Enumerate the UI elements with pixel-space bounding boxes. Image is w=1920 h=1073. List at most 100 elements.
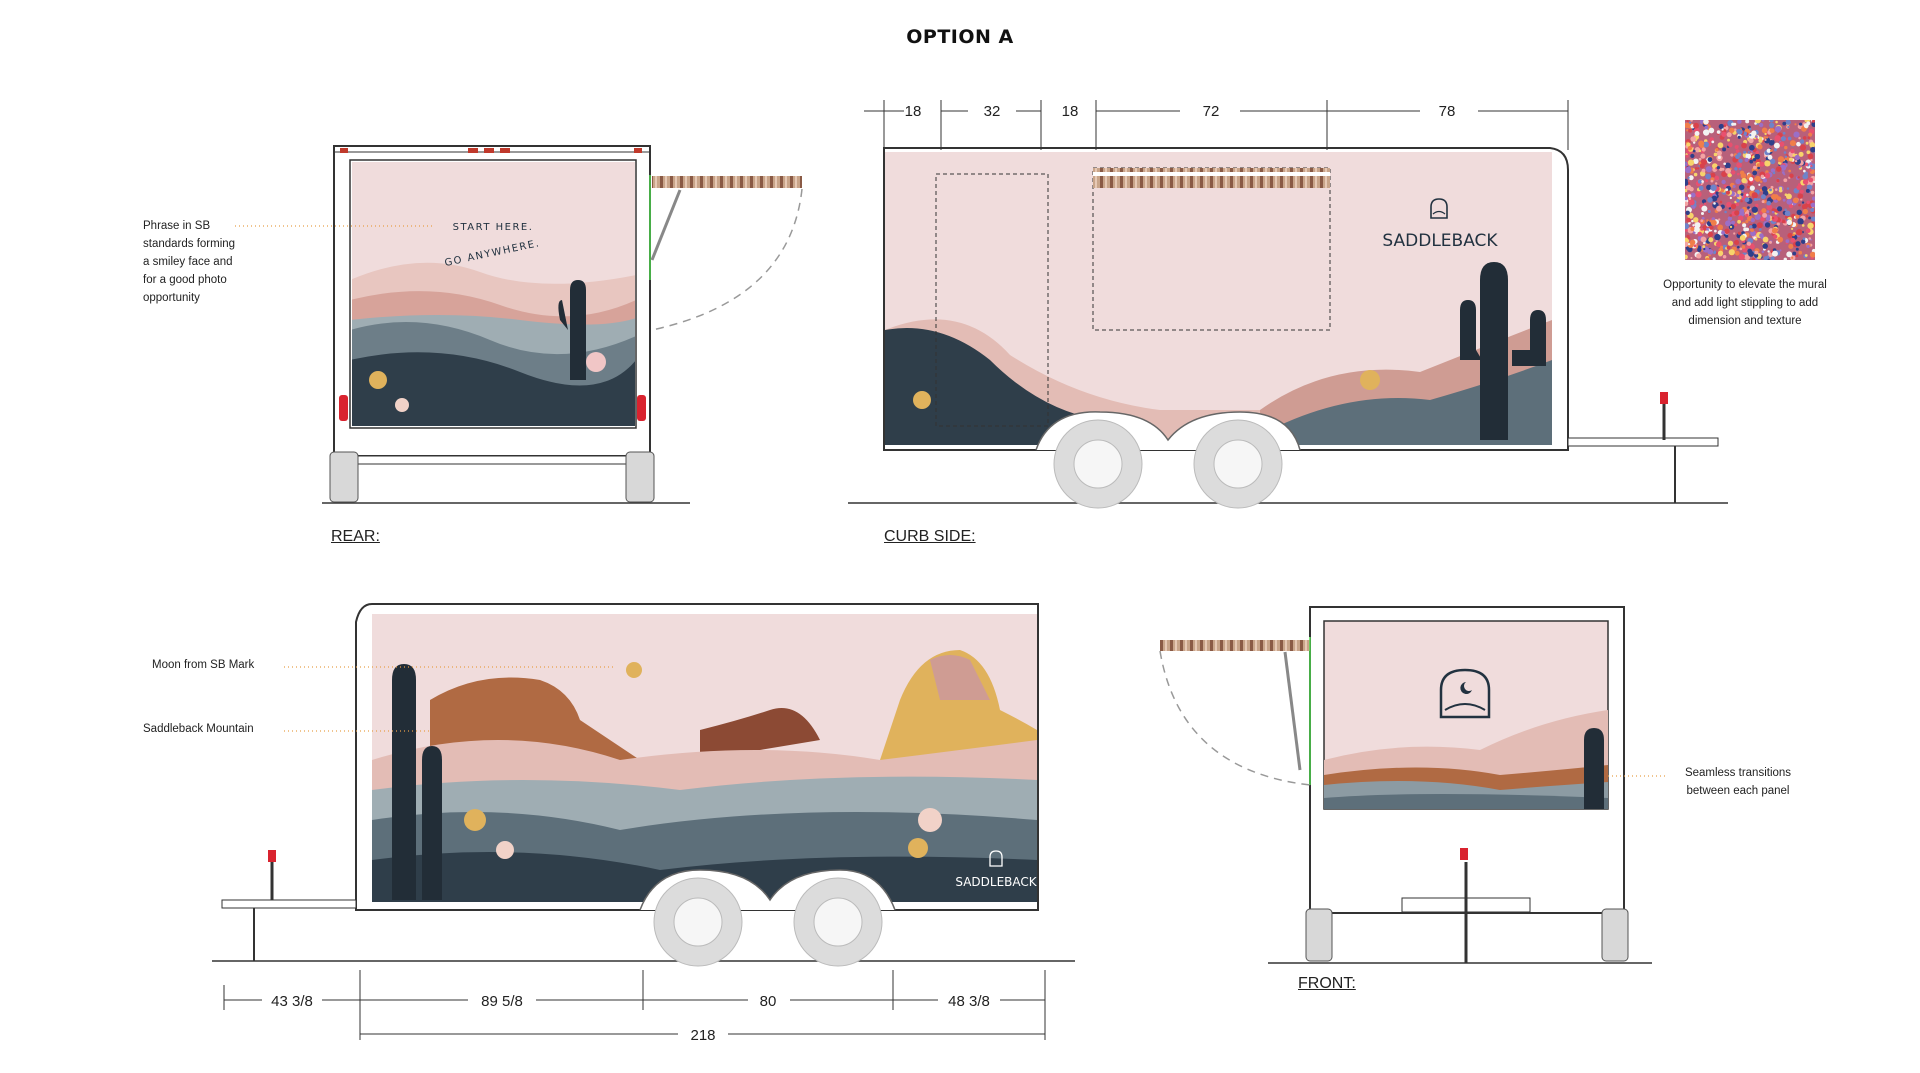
stipple-dot <box>1736 162 1742 168</box>
stipple-dot <box>1685 188 1688 193</box>
stipple-dot <box>1685 228 1688 232</box>
stipple-dot <box>1783 151 1787 154</box>
stipple-dot <box>1747 151 1750 154</box>
stipple-dot <box>1728 249 1735 256</box>
stipple-dot <box>1701 147 1706 152</box>
stipple-dot <box>1809 141 1815 148</box>
stipple-dot <box>1764 222 1771 228</box>
dim-bottom-1: 43 3/8 <box>271 993 313 1010</box>
stipple-dot <box>1732 184 1736 188</box>
stipple-dot <box>1769 188 1772 192</box>
stipple-dot <box>1769 122 1775 128</box>
stipple-dot <box>1751 223 1757 229</box>
stipple-dot <box>1797 176 1800 179</box>
stipple-dot <box>1724 228 1730 235</box>
stipple-dot <box>1736 145 1739 148</box>
moon-note: Moon from SB Mark <box>152 659 255 671</box>
stipple-dot <box>1798 203 1801 207</box>
stipple-dot <box>1733 232 1736 235</box>
stipple-dot <box>1705 173 1712 180</box>
stipple-dot <box>1773 234 1778 239</box>
stipple-dot <box>1710 179 1714 183</box>
stipple-dot <box>1689 239 1696 245</box>
stipple-dot <box>1724 210 1727 214</box>
stipple-dot <box>1774 188 1778 191</box>
stipple-dot <box>1734 223 1738 227</box>
stipple-dot <box>1750 217 1755 223</box>
stipple-dot <box>1784 210 1791 217</box>
stipple-dot <box>1801 201 1805 204</box>
stipple-dot <box>1700 211 1705 216</box>
stipple-dot <box>1692 224 1695 227</box>
seamless-note: Seamless transitions between each panel <box>1684 767 1792 797</box>
stipple-dot <box>1734 167 1738 171</box>
stipple-dot <box>1769 240 1772 244</box>
stipple-dot <box>1779 141 1785 147</box>
stipple-dot <box>1708 237 1714 243</box>
stipple-dot <box>1762 178 1767 183</box>
stipple-dot <box>1737 120 1742 124</box>
stipple-dot <box>1776 206 1783 212</box>
stipple-dot <box>1701 216 1705 220</box>
stipple-dot <box>1719 200 1723 204</box>
dim-top-3: 18 <box>1062 103 1079 120</box>
stipple-dot <box>1792 251 1797 256</box>
stipple-dot <box>1764 172 1771 179</box>
stipple-dot <box>1747 206 1750 209</box>
stipple-dot <box>1750 152 1753 155</box>
stipple-dot <box>1770 194 1777 200</box>
stipple-dot <box>1742 223 1747 228</box>
stipple-dot <box>1775 120 1778 124</box>
stipple-dot <box>1694 167 1698 170</box>
stipple-dot <box>1737 135 1741 139</box>
stipple-dot <box>1746 241 1752 246</box>
stipple-dot <box>1745 219 1749 224</box>
stipple-dot <box>1740 193 1744 196</box>
front-view-label: FRONT: <box>1298 975 1356 992</box>
stipple-dot <box>1703 202 1707 205</box>
stipple-dot <box>1749 185 1755 191</box>
stipple-dot <box>1748 251 1754 257</box>
stipple-dot <box>1810 146 1815 153</box>
stipple-dot <box>1731 220 1735 225</box>
stipple-dot <box>1690 120 1693 122</box>
stipple-dot <box>1702 245 1706 249</box>
stipple-dot <box>1749 159 1754 164</box>
stipple-dot <box>1736 172 1740 176</box>
dim-bottom-3: 80 <box>760 993 777 1010</box>
stipple-dot <box>1738 158 1743 163</box>
stipple-dot <box>1737 190 1742 195</box>
stipple-dot <box>1740 199 1743 203</box>
stipple-dot <box>1689 186 1694 192</box>
stipple-dot <box>1733 122 1737 126</box>
stipple-dot <box>1797 193 1804 199</box>
stipple-dot <box>1723 124 1727 128</box>
stipple-dot <box>1808 216 1812 220</box>
stipple-dot <box>1798 136 1801 140</box>
stipple-dot <box>1722 254 1727 259</box>
stipple-dot <box>1799 139 1805 144</box>
stipple-dot <box>1761 127 1768 134</box>
stipple-dot <box>1748 177 1754 182</box>
stipple-dot <box>1695 191 1702 198</box>
stipple-dot <box>1685 166 1692 174</box>
stipple-dot <box>1714 229 1717 233</box>
stipple-dot <box>1715 191 1719 195</box>
stipple-dot <box>1707 248 1714 255</box>
stipple-dot <box>1720 245 1724 249</box>
stipple-dot <box>1687 146 1693 151</box>
stipple-dot <box>1714 233 1721 241</box>
stipple-dot <box>1727 216 1733 221</box>
stipple-dot <box>1685 223 1689 230</box>
stipple-dot <box>1802 136 1807 140</box>
stipple-dot <box>1693 244 1697 248</box>
stipple-dot <box>1698 149 1702 153</box>
stipple-dot <box>1685 162 1688 166</box>
stipple-dot <box>1721 167 1725 171</box>
stipple-dot <box>1687 176 1690 179</box>
stipple-dot <box>1766 210 1770 214</box>
stipple-dot <box>1690 256 1693 259</box>
dim-total: 218 <box>690 1027 715 1044</box>
stipple-dot <box>1745 213 1749 218</box>
stipple-dot <box>1770 185 1774 189</box>
